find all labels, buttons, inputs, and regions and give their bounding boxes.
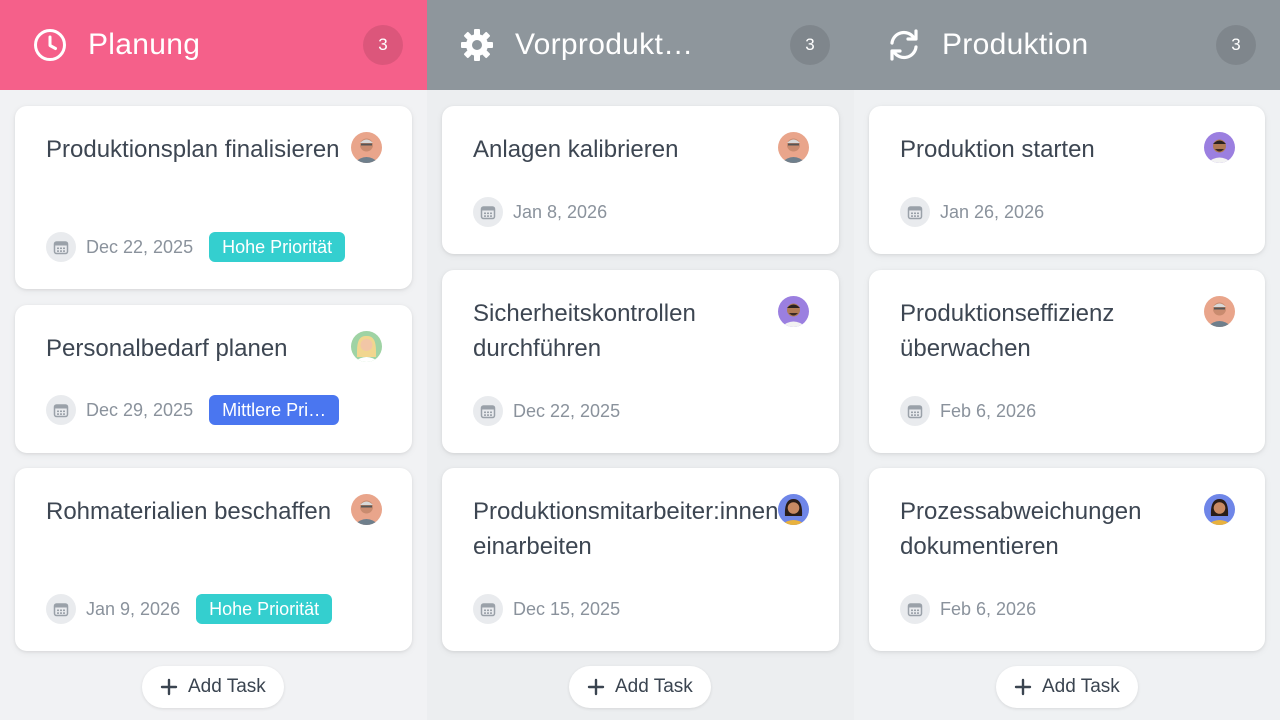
due-date: Jan 8, 2026	[513, 201, 608, 222]
task-card[interactable]: Produktionsmitarbeiter:innen einarbeiten…	[442, 468, 839, 651]
calendar-icon	[46, 395, 76, 425]
due-date: Feb 6, 2026	[940, 598, 1037, 619]
gear-icon	[459, 27, 495, 63]
plus-icon	[160, 678, 178, 696]
avatar[interactable]	[351, 494, 382, 525]
avatar[interactable]	[351, 132, 382, 163]
task-card[interactable]: Produktionseffizienz überwachen Feb 6, 2…	[869, 270, 1265, 453]
clock-icon	[32, 27, 68, 63]
add-task-button[interactable]: Add Task	[996, 666, 1138, 708]
avatar[interactable]	[778, 296, 809, 327]
avatar[interactable]	[778, 132, 809, 163]
refresh-icon	[886, 27, 922, 63]
priority-badge: Mittlere Pri…	[209, 395, 340, 425]
task-card[interactable]: Produktion starten Jan 26, 2026	[869, 106, 1265, 254]
task-count-badge: 3	[1216, 25, 1256, 65]
add-task-label: Add Task	[188, 676, 266, 697]
avatar[interactable]	[1204, 494, 1235, 525]
task-title: Rohmaterialien beschaffen	[46, 498, 332, 525]
calendar-icon	[473, 396, 503, 426]
column-vorproduktion: Vorprodukt… 3 Anlagen kalibrieren Jan 8,…	[427, 0, 854, 720]
plus-icon	[1014, 678, 1032, 696]
priority-badge: Hohe Priorität	[209, 232, 346, 262]
column-header[interactable]: Produktion 3	[854, 0, 1280, 90]
plus-icon	[587, 678, 605, 696]
calendar-icon	[473, 594, 503, 624]
avatar[interactable]	[778, 494, 809, 525]
task-card[interactable]: Sicherheitskontrollen durchführen Dec 22…	[442, 270, 839, 453]
column-header[interactable]: Planung 3	[0, 0, 427, 90]
column-title: Produktion	[942, 28, 1089, 61]
task-title: Produktionsplan finalisieren	[46, 136, 340, 163]
task-count-badge: 3	[790, 25, 830, 65]
column-planung: Planung 3 Produktionsplan finalisieren D…	[0, 0, 427, 720]
task-title: Anlagen kalibrieren	[473, 136, 679, 163]
task-card[interactable]: Personalbedarf planen Dec 29, 2025 Mittl…	[15, 305, 412, 453]
due-date: Feb 6, 2026	[940, 400, 1037, 421]
task-card[interactable]: Anlagen kalibrieren Jan 8, 2026	[442, 106, 839, 254]
due-date: Dec 22, 2025	[86, 236, 194, 257]
task-title: Produktionsmitarbeiter:innen einarbeiten	[473, 498, 779, 560]
column-title: Planung	[88, 28, 201, 61]
calendar-icon	[473, 197, 503, 227]
column-header[interactable]: Vorprodukt… 3	[427, 0, 854, 90]
add-task-button[interactable]: Add Task	[569, 666, 711, 708]
column-title: Vorprodukt…	[515, 28, 694, 61]
task-title: Sicherheitskontrollen durchführen	[473, 300, 696, 362]
calendar-icon	[900, 594, 930, 624]
due-date: Dec 22, 2025	[513, 400, 621, 421]
task-title: Personalbedarf planen	[46, 335, 288, 362]
add-task-label: Add Task	[615, 676, 693, 697]
add-task-label: Add Task	[1042, 676, 1120, 697]
due-date: Dec 29, 2025	[86, 399, 194, 420]
task-title: Produktion starten	[900, 136, 1095, 163]
task-count-badge: 3	[363, 25, 403, 65]
avatar[interactable]	[1204, 296, 1235, 327]
task-card[interactable]: Rohmaterialien beschaffen Jan 9, 2026 Ho…	[15, 468, 412, 651]
avatar[interactable]	[351, 331, 382, 362]
task-card[interactable]: Prozessabweichungen dokumentieren Feb 6,…	[869, 468, 1265, 651]
calendar-icon	[46, 594, 76, 624]
avatar[interactable]	[1204, 132, 1235, 163]
calendar-icon	[900, 396, 930, 426]
add-task-button[interactable]: Add Task	[142, 666, 284, 708]
column-produktion: Produktion 3 Produktion starten Jan 26, …	[854, 0, 1280, 720]
task-title: Produktionseffizienz überwachen	[900, 300, 1115, 362]
calendar-icon	[46, 232, 76, 262]
task-title: Prozessabweichungen dokumentieren	[900, 498, 1142, 560]
due-date: Jan 26, 2026	[940, 201, 1045, 222]
due-date: Dec 15, 2025	[513, 598, 621, 619]
calendar-icon	[900, 197, 930, 227]
kanban-board: Planung 3 Produktionsplan finalisieren D…	[0, 0, 1280, 720]
task-card[interactable]: Produktionsplan finalisieren Dec 22, 202…	[15, 106, 412, 289]
due-date: Jan 9, 2026	[86, 598, 181, 619]
priority-badge: Hohe Priorität	[196, 594, 333, 624]
